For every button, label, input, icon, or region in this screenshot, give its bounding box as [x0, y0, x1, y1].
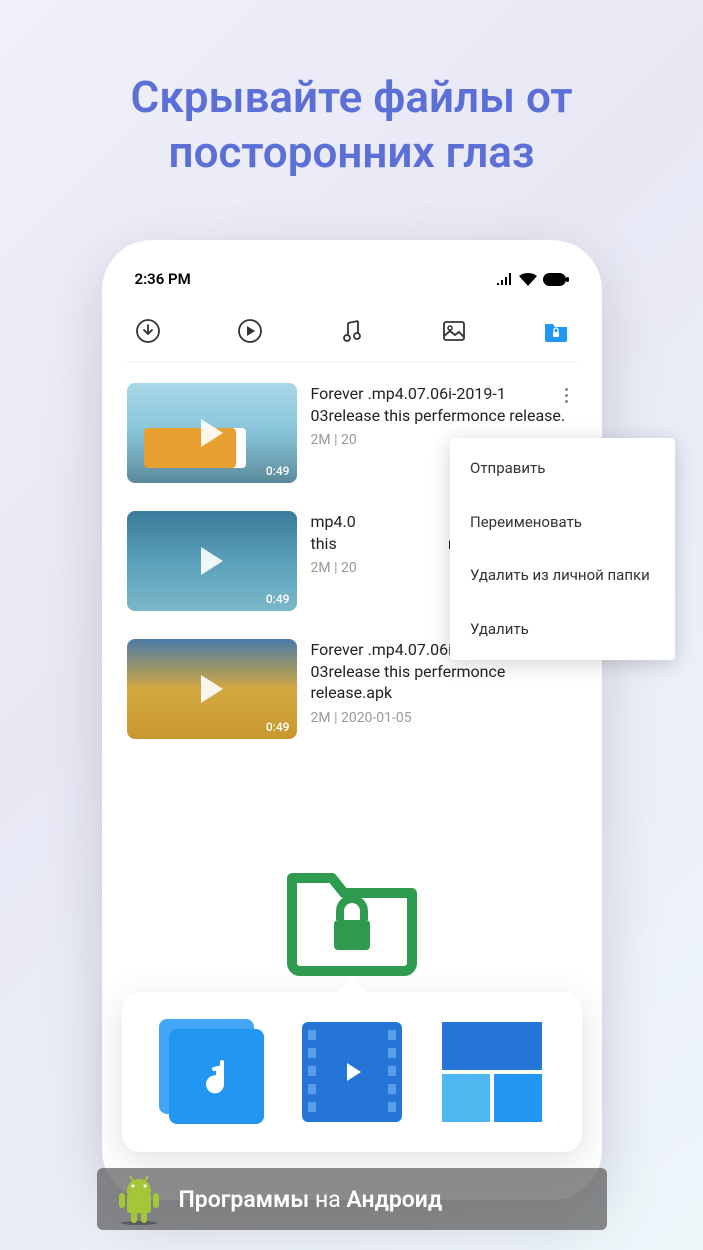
- music-icon: [339, 318, 365, 344]
- music-card-icon: [169, 1029, 264, 1124]
- status-icons: [497, 273, 569, 286]
- banner-plain: на: [315, 1186, 346, 1213]
- menu-item-remove-private[interactable]: Удалить из личной папки: [450, 549, 675, 603]
- file-type-panel: [122, 992, 582, 1152]
- headline-line-2: посторонних глаз: [0, 125, 703, 180]
- film-card-icon: [302, 1022, 402, 1122]
- battery-icon: [543, 273, 569, 286]
- video-duration: 0:49: [266, 720, 290, 734]
- grid-card-icon: [442, 1022, 542, 1122]
- panel-item-music[interactable]: [157, 1017, 267, 1127]
- banner-bold-1: Программы: [179, 1186, 315, 1213]
- private-folder-graphic: [282, 858, 422, 982]
- menu-item-delete[interactable]: Удалить: [450, 603, 675, 657]
- video-duration: 0:49: [266, 592, 290, 606]
- download-icon: [135, 318, 161, 344]
- tab-private[interactable]: [543, 318, 569, 344]
- status-bar: 2:36 PM: [127, 270, 577, 308]
- android-robot-icon: [115, 1173, 163, 1225]
- banner-text: Программы на Андроид: [179, 1186, 443, 1213]
- video-thumbnail[interactable]: 0:49: [127, 511, 297, 611]
- file-meta: 2M | 2020-01-05: [311, 710, 577, 726]
- tab-downloads[interactable]: [135, 318, 161, 344]
- panel-item-grid[interactable]: [437, 1017, 547, 1127]
- lock-folder-large-icon: [282, 858, 422, 978]
- play-icon: [201, 419, 223, 447]
- menu-item-send[interactable]: Отправить: [450, 442, 675, 496]
- tab-video[interactable]: [237, 318, 263, 344]
- play-circle-icon: [237, 318, 263, 344]
- headline-line-1: Скрывайте файлы от: [0, 70, 703, 125]
- menu-item-rename[interactable]: Переименовать: [450, 496, 675, 550]
- more-button[interactable]: [557, 385, 577, 405]
- video-thumbnail[interactable]: 0:49: [127, 383, 297, 483]
- image-icon: [441, 318, 467, 344]
- tab-music[interactable]: [339, 318, 365, 344]
- video-duration: 0:49: [266, 464, 290, 478]
- play-icon: [201, 547, 223, 575]
- status-time: 2:36 PM: [135, 270, 191, 288]
- banner-bold-2: Андроид: [346, 1186, 442, 1213]
- android-banner[interactable]: Программы на Андроид: [97, 1168, 607, 1230]
- tab-images[interactable]: [441, 318, 467, 344]
- context-menu: Отправить Переименовать Удалить из лично…: [450, 438, 675, 660]
- play-icon: [201, 675, 223, 703]
- category-tabs: [127, 308, 577, 363]
- promo-headline: Скрывайте файлы от посторонних глаз: [0, 0, 703, 180]
- lock-folder-icon: [543, 318, 569, 344]
- signal-icon: [497, 273, 513, 285]
- video-thumbnail[interactable]: 0:49: [127, 639, 297, 739]
- wifi-icon: [519, 273, 537, 286]
- panel-item-video[interactable]: [297, 1017, 407, 1127]
- file-title: Forever .mp4.07.06i-2019-1 03release thi…: [311, 383, 577, 426]
